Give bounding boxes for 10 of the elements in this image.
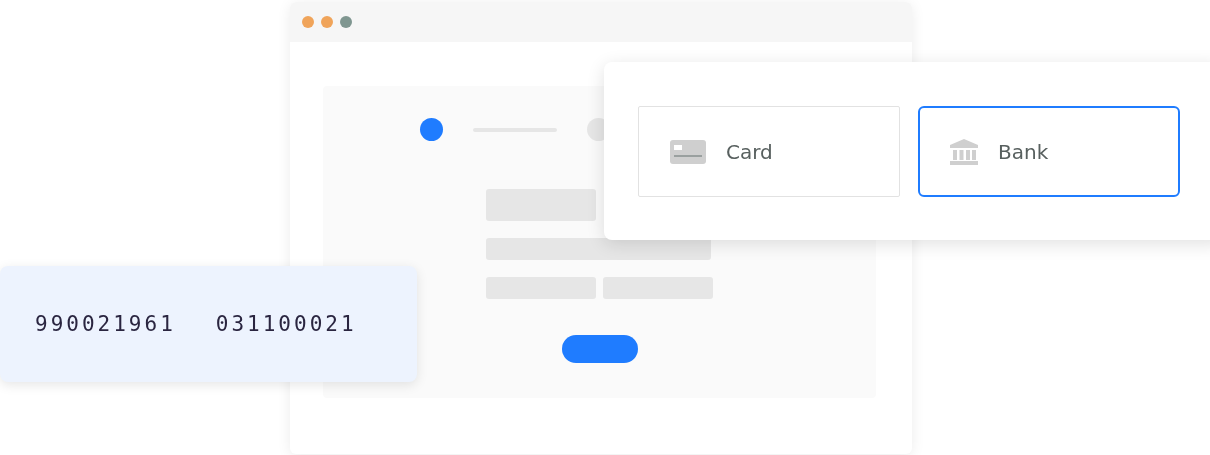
payment-option[interactable]: Bank [918,106,1180,197]
window-control-icon[interactable] [302,16,314,28]
micr-number: 031100021 [215,312,357,336]
payment-option[interactable]: Card [638,106,900,197]
credit-card-icon [670,139,706,164]
window-control-icon[interactable] [340,16,352,28]
micr-number: 990021961 [35,312,176,336]
placeholder-button[interactable] [561,335,638,363]
window-control-icon[interactable] [321,16,333,28]
bank-icon [950,138,978,165]
